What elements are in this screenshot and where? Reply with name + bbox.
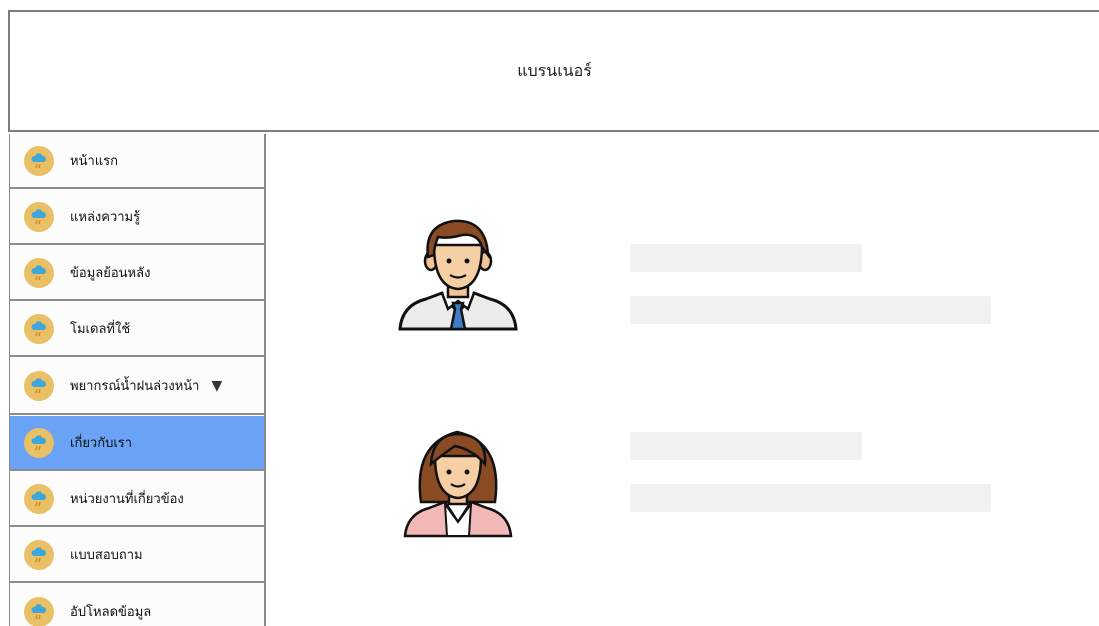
sidebar-item-historical-data[interactable]: ข้อมูลย้อนหลัง — [10, 246, 264, 301]
banner: แบรนเนอร์ — [8, 10, 1099, 132]
rain-cloud-icon — [24, 370, 54, 401]
sidebar-item-about-us[interactable]: เกี่ยวกับเรา — [10, 416, 264, 471]
rain-cloud-icon — [24, 427, 54, 458]
sidebar-item-label: แบบสอบถาม — [70, 548, 143, 563]
sidebar-item-upload-data[interactable]: อัปโหลดข้อมูล — [10, 584, 264, 626]
rain-cloud-icon — [24, 483, 54, 514]
rain-cloud-icon — [24, 257, 54, 288]
sidebar-nav: หน้าแรก แหล่งความรู้ ข้อมูลย้อนหลัง โมเด… — [9, 134, 266, 626]
sidebar-item-label: หน้าแรก — [70, 154, 118, 169]
sidebar-item-models[interactable]: โมเดลที่ใช้ — [10, 302, 264, 357]
rain-cloud-icon — [24, 201, 54, 232]
rain-cloud-icon — [24, 596, 54, 626]
rain-cloud-icon — [24, 313, 54, 344]
sidebar-item-survey[interactable]: แบบสอบถาม — [10, 528, 264, 583]
female-avatar-icon — [403, 430, 513, 538]
sidebar-item-knowledge[interactable]: แหล่งความรู้ — [10, 190, 264, 245]
sidebar-item-rain-forecast[interactable]: พยากรณ์น้ำฝนล่วงหน้า ▼ — [10, 358, 264, 415]
chevron-down-icon[interactable]: ▼ — [211, 378, 222, 394]
sidebar-item-related-agencies[interactable]: หน่วยงานที่เกี่ยวข้อง — [10, 472, 264, 527]
sidebar-item-home[interactable]: หน้าแรก — [10, 134, 264, 189]
rain-cloud-icon — [24, 539, 54, 570]
member-1-detail-placeholder — [630, 296, 991, 324]
male-avatar-icon — [398, 219, 518, 331]
member-2-name-placeholder — [630, 432, 862, 460]
sidebar-item-label: เกี่ยวกับเรา — [70, 436, 133, 451]
member-1-name-placeholder — [630, 244, 862, 272]
rain-cloud-icon — [24, 145, 54, 176]
sidebar-item-label: โมเดลที่ใช้ — [70, 322, 131, 337]
sidebar-item-label: หน่วยงานที่เกี่ยวข้อง — [70, 492, 184, 507]
member-2-detail-placeholder — [630, 484, 991, 512]
banner-title: แบรนเนอร์ — [517, 60, 592, 80]
sidebar-item-label: พยากรณ์น้ำฝนล่วงหน้า — [70, 379, 200, 394]
sidebar-item-label: แหล่งความรู้ — [70, 210, 141, 225]
sidebar-item-label: ข้อมูลย้อนหลัง — [70, 266, 151, 281]
sidebar-item-label: อัปโหลดข้อมูล — [70, 605, 152, 620]
